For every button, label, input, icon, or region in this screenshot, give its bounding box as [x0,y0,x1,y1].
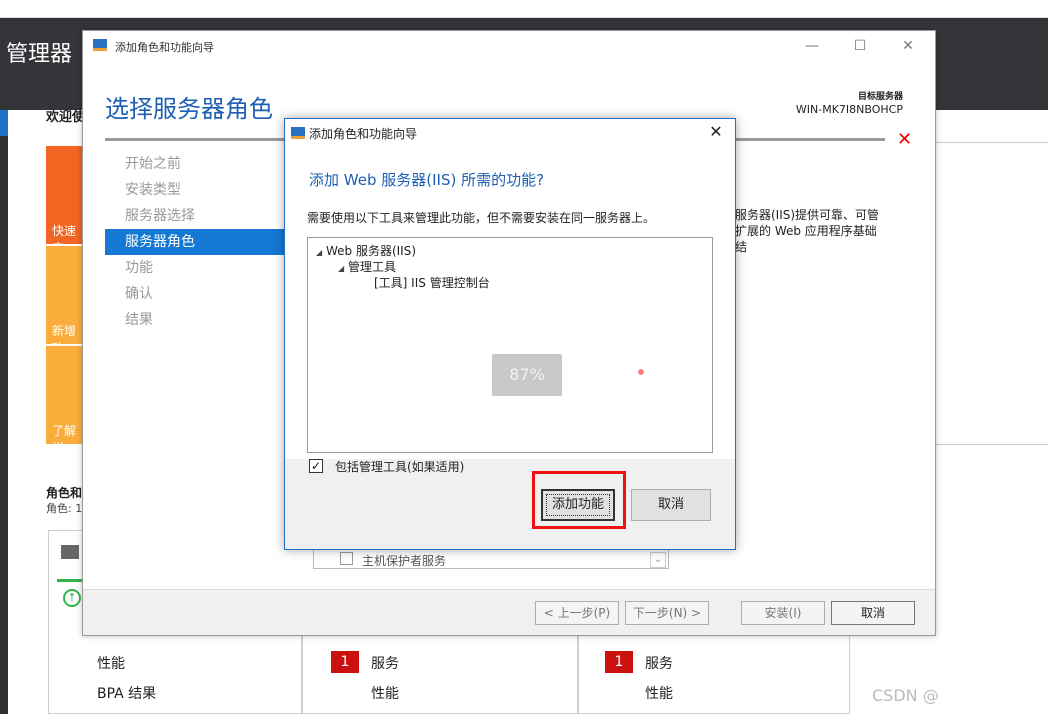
step-features[interactable]: 功能 [105,255,285,281]
install-button[interactable]: 安装(I) [741,601,825,625]
target-server-label: 目标服务器 [857,92,903,102]
maximize-button[interactable]: ☐ [845,35,875,57]
whats-new-tile[interactable]: 新增功 [46,246,84,355]
wizard-step-nav: 开始之前 安装类型 服务器选择 服务器角色 功能 确认 结果 [105,151,285,333]
step-installation-type[interactable]: 安装类型 [105,177,285,203]
roles-subheading: 角色: 1 [46,502,83,515]
roles-heading: 角色和 [46,486,83,500]
top-band [0,0,1048,18]
step-server-roles[interactable]: 服务器角色 [105,229,285,255]
panel-perf-label[interactable]: 性能 [97,653,125,673]
count-badge: 1 [605,651,633,673]
add-features-dialog: 添加角色和功能向导 ✕ 添加 Web 服务器(IIS) 所需的功能? 需要使用以… [284,118,736,550]
dialog-cancel-button[interactable]: 取消 [631,489,711,521]
tree-node[interactable]: ◢ Web 服务器(IIS) [316,242,416,259]
include-tools-checkbox[interactable]: ✓ [309,459,323,473]
left-nav-bar [0,110,8,714]
panel-services-label[interactable]: 服务 [645,653,673,673]
tile-label: 了解详 [52,424,77,455]
dialog-app-icon [291,127,305,139]
welcome-heading: 欢迎使 [46,110,86,125]
up-arrow-icon: ↑ [63,589,81,607]
step-server-selection[interactable]: 服务器选择 [105,203,285,229]
previous-button[interactable]: < 上一步(P) [535,601,619,625]
highlight-box [532,471,626,529]
include-tools-label[interactable]: 包括管理工具(如果适用) [335,458,464,475]
tree-node-label: Web 服务器(IIS) [325,244,417,258]
wizard-titlebar[interactable]: 添加角色和功能向导 — ☐ ✕ [83,31,935,61]
wizard-window-title: 添加角色和功能向导 [115,41,214,54]
panel-services-label[interactable]: 服务 [371,653,399,673]
panel-perf-label[interactable]: 性能 [371,683,399,703]
dialog-message: 需要使用以下工具来管理此功能，但不需要安装在同一服务器上。 [307,211,656,225]
role-description: 服务器(IIS)提供可靠、可管扩展的 Web 应用程序基础结 [735,208,880,254]
cursor-dot [638,369,644,375]
server-icon [61,545,79,559]
tree-node-label: 管理工具 [347,260,396,274]
divider [936,444,1048,445]
dialog-heading: 添加 Web 服务器(IIS) 所需的功能? [309,171,545,189]
progress-overlay: 87% [492,354,562,396]
divider [936,142,1048,143]
tree-node[interactable]: ◢ 管理工具 [338,258,396,275]
step-confirmation[interactable]: 确认 [105,281,285,307]
collapse-arrow-icon[interactable]: ◢ [316,248,322,257]
error-x-icon: ✕ [897,129,913,150]
close-button[interactable]: ✕ [893,35,923,57]
dialog-title: 添加角色和功能向导 [309,127,418,141]
collapse-arrow-icon[interactable]: ◢ [338,264,344,273]
wizard-app-icon [93,39,107,51]
chevron-down-icon[interactable]: ⌄ [650,552,666,568]
feature-tree[interactable]: ◢ Web 服务器(IIS) ◢ 管理工具 [工具] IIS 管理控制台 87% [307,237,713,453]
target-server-name: WIN-MK7I8NBOHCP [795,103,903,116]
panel-perf-label[interactable]: 性能 [645,683,673,703]
step-results[interactable]: 结果 [105,307,285,333]
next-button[interactable]: 下一步(N) > [625,601,709,625]
role-checkbox[interactable] [340,552,353,565]
minimize-button[interactable]: — [797,35,827,57]
watermark: CSDN @ [872,686,939,705]
tree-node[interactable]: [工具] IIS 管理控制台 [374,274,490,291]
count-badge: 1 [331,651,359,673]
step-before-you-begin[interactable]: 开始之前 [105,151,285,177]
role-list-label: 主机保护者服务 [362,554,447,568]
tree-node-label: [工具] IIS 管理控制台 [374,276,490,290]
quick-start-tile[interactable]: 快速启 [46,146,84,255]
dialog-close-button[interactable]: ✕ [703,121,729,143]
learn-more-tile[interactable]: 了解详 [46,346,84,455]
left-nav-selected[interactable] [0,110,8,136]
server-manager-title: 管理器 [6,42,73,67]
cancel-button[interactable]: 取消 [831,601,915,625]
panel-bpa-label[interactable]: BPA 结果 [97,683,156,703]
wizard-page-title: 选择服务器角色 [105,95,273,123]
